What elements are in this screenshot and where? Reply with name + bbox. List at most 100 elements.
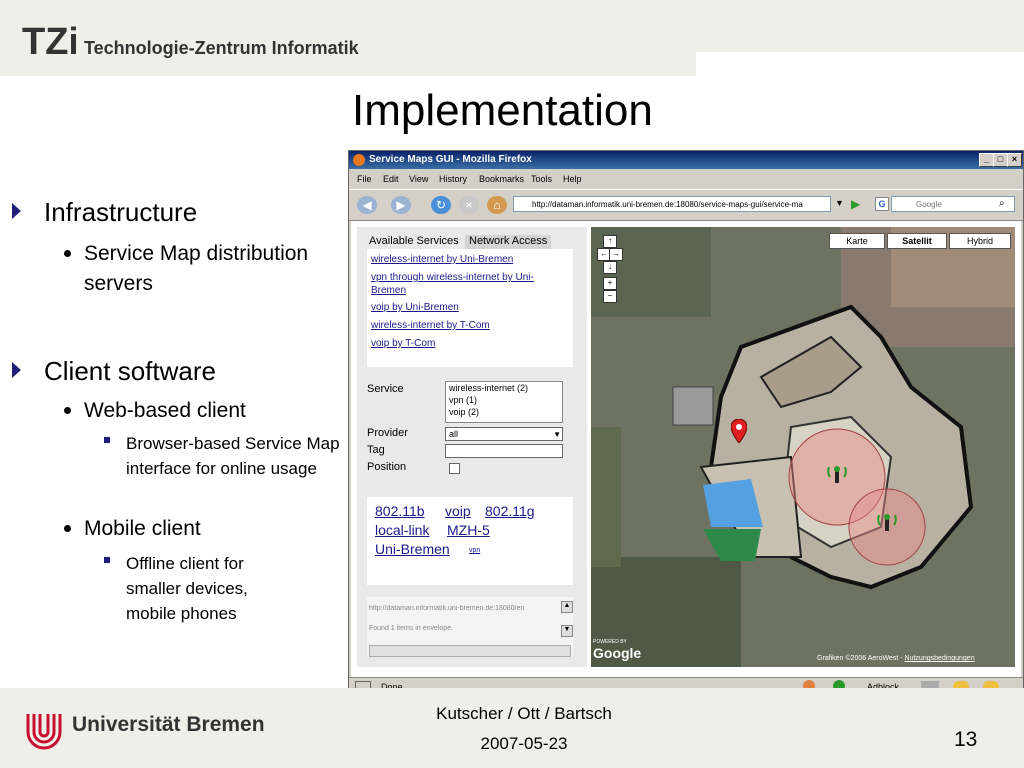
position-checkbox[interactable] xyxy=(449,463,460,474)
tag-link[interactable]: Uni-Bremen xyxy=(375,541,450,557)
org-name: Technologie-Zentrum Informatik xyxy=(84,38,359,58)
svg-text:TZi: TZi xyxy=(22,21,76,60)
tag-link[interactable]: MZH-5 xyxy=(447,522,490,538)
minimize-icon[interactable]: _ xyxy=(979,153,994,167)
home-icon[interactable]: ⌂ xyxy=(487,196,507,214)
magnifier-icon[interactable]: ⌕ xyxy=(999,198,1005,209)
tag-label: Tag xyxy=(367,444,385,456)
menu-view[interactable]: View xyxy=(409,174,428,184)
bullet-triangle-icon xyxy=(12,362,21,378)
tag-input[interactable] xyxy=(445,444,563,458)
bullet-infrastructure: Infrastructure xyxy=(44,197,198,227)
location-pin-icon[interactable] xyxy=(731,419,747,443)
back-icon[interactable]: ◀ xyxy=(357,196,377,214)
status-url: http://dataman.informatik.uni-bremen.de:… xyxy=(369,605,525,612)
service-list: wireless-internet by Uni-Bremen vpn thro… xyxy=(367,249,573,367)
browser-window: Service Maps GUI - Mozilla Firefox _ □ ×… xyxy=(348,150,1024,696)
zoom-out-icon[interactable]: − xyxy=(603,290,617,303)
header-band-right xyxy=(696,0,1024,52)
menu-bar: File Edit View History Bookmarks Tools H… xyxy=(349,170,1023,188)
pan-right-icon[interactable]: → xyxy=(609,248,623,261)
service-option[interactable]: wireless-internet (2) xyxy=(449,382,562,394)
service-panel: Available Services Network Access wirele… xyxy=(357,227,587,667)
menu-edit[interactable]: Edit xyxy=(383,174,399,184)
url-text: http://dataman.informatik.uni-bremen.de:… xyxy=(532,200,803,209)
bullet-dot-icon xyxy=(64,525,71,532)
zoom-in-icon[interactable]: + xyxy=(603,277,617,290)
service-link[interactable]: voip by Uni-Bremen xyxy=(371,301,459,314)
page-number: 13 xyxy=(954,728,978,751)
tzi-logo: TZi xyxy=(22,21,76,60)
close-icon[interactable]: × xyxy=(1007,153,1022,167)
position-label: Position xyxy=(367,461,407,473)
map-terms-link[interactable]: Nutzungsbedingungen xyxy=(905,655,975,662)
page-content: Available Services Network Access wirele… xyxy=(351,221,1021,677)
maximize-icon[interactable]: □ xyxy=(993,153,1008,167)
stop-icon[interactable]: × xyxy=(459,196,479,214)
service-link[interactable]: wireless-internet by Uni-Bremen xyxy=(371,253,513,266)
bullet-web-based-client: Web-based client xyxy=(84,399,246,422)
provider-label: Provider xyxy=(367,427,408,439)
go-icon[interactable]: ▶ xyxy=(851,197,860,211)
tag-link[interactable]: vpn xyxy=(469,547,480,554)
provider-value: all xyxy=(449,429,459,439)
window-title: Service Maps GUI - Mozilla Firefox xyxy=(369,154,532,165)
service-link[interactable]: voip by T-Com xyxy=(371,337,435,350)
browser-titlebar[interactable]: Service Maps GUI - Mozilla Firefox _ □ × xyxy=(349,151,1023,169)
satellite-map[interactable]: Karte Satellit Hybrid ↑ ← → ↓ + − POWERE… xyxy=(591,227,1015,667)
pan-up-icon[interactable]: ↑ xyxy=(603,235,617,248)
pan-down-icon[interactable]: ↓ xyxy=(603,261,617,274)
map-type-hybrid[interactable]: Hybrid xyxy=(949,233,1011,249)
service-link[interactable]: vpn through wireless-internet by Uni-Bre… xyxy=(371,271,551,297)
menu-history[interactable]: History xyxy=(439,174,467,184)
forward-icon[interactable]: ▶ xyxy=(391,196,411,214)
menu-file[interactable]: File xyxy=(357,174,372,184)
url-bar[interactable]: http://dataman.informatik.uni-bremen.de:… xyxy=(513,196,831,212)
google-search-engine-icon[interactable]: G xyxy=(875,197,889,211)
scroll-down-icon[interactable]: ▼ xyxy=(561,625,573,637)
status-log: http://dataman.informatik.uni-bremen.de:… xyxy=(367,597,573,657)
wifi-antenna-icon[interactable] xyxy=(827,463,847,485)
map-copyright-text: Grafiken ©2006 AeroWest - xyxy=(817,655,903,662)
footer-authors: Kutscher / Ott / Bartsch xyxy=(436,704,612,723)
university-name: Universität Bremen xyxy=(72,713,265,736)
search-input[interactable]: Google xyxy=(891,196,1015,212)
tag-link[interactable]: 802.11b xyxy=(375,503,425,519)
service-link[interactable]: wireless-internet by T-Com xyxy=(371,319,490,332)
service-option[interactable]: vpn (1) xyxy=(449,394,562,406)
url-dropdown-icon[interactable]: ▼ xyxy=(835,198,844,208)
provider-select[interactable]: all ▼ xyxy=(445,427,563,441)
firefox-icon xyxy=(353,154,365,166)
wifi-antenna-icon[interactable] xyxy=(877,511,897,533)
service-select[interactable]: wireless-internet (2) vpn (1) voip (2) xyxy=(445,381,563,423)
bullet-client-software: Client software xyxy=(44,356,216,386)
tag-link[interactable]: voip xyxy=(445,503,471,519)
bullet-mobile-client: Mobile client xyxy=(84,517,201,540)
map-type-karte[interactable]: Karte xyxy=(829,233,885,249)
map-copyright: Grafiken ©2006 AeroWest - Nutzungsbeding… xyxy=(817,655,975,662)
map-type-satellit[interactable]: Satellit xyxy=(887,233,947,249)
bullet-square-icon xyxy=(104,557,110,563)
bullet-dot-icon xyxy=(64,407,71,414)
service-option[interactable]: voip (2) xyxy=(449,406,562,418)
reload-icon[interactable]: ↻ xyxy=(431,196,451,214)
google-logo[interactable]: Google xyxy=(593,645,641,661)
tab-network-access[interactable]: Network Access xyxy=(465,235,552,249)
menu-tools[interactable]: Tools xyxy=(531,174,552,184)
menu-bookmarks[interactable]: Bookmarks xyxy=(479,174,524,184)
chevron-down-icon[interactable]: ▼ xyxy=(553,428,561,441)
footer-date: 2007-05-23 xyxy=(480,734,568,753)
tag-cloud: 802.11b voip 802.11g local-link MZH-5 Un… xyxy=(367,497,573,585)
bullet-square-icon xyxy=(104,437,110,443)
tab-available-services[interactable]: Available Services xyxy=(365,235,463,249)
bullet-offline-client: Offline client for smaller devices, mobi… xyxy=(126,554,248,623)
horizontal-scrollbar[interactable] xyxy=(369,645,571,657)
tag-link[interactable]: 802.11g xyxy=(485,503,535,519)
map-imagery xyxy=(591,227,1015,667)
tag-link[interactable]: local-link xyxy=(375,522,429,538)
scroll-up-icon[interactable]: ▲ xyxy=(561,601,573,613)
menu-help[interactable]: Help xyxy=(563,174,582,184)
bullet-distribution-servers: Service Map distribution servers xyxy=(84,242,309,295)
service-label: Service xyxy=(367,383,404,395)
bullet-triangle-icon xyxy=(12,203,21,219)
